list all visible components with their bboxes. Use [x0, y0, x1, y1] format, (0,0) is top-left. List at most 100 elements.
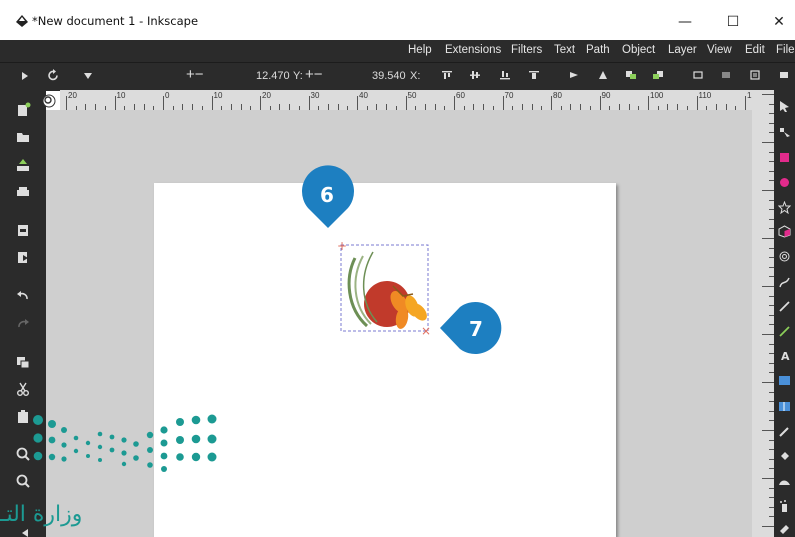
ministry-wordmark: وزارة التـ — [0, 502, 83, 527]
node-tool-icon[interactable] — [778, 126, 791, 139]
snap-bbox-icon[interactable] — [692, 70, 704, 80]
ruler-label: 0 — [165, 91, 170, 100]
ruler-major-tick — [66, 96, 67, 110]
callout-label-6: 6 — [320, 183, 334, 207]
new-document-icon[interactable] — [14, 102, 32, 118]
document-page[interactable] — [154, 183, 616, 537]
menu-layer[interactable]: Layer — [668, 44, 697, 56]
ruler-label: 50 — [407, 91, 417, 100]
open-folder-icon[interactable] — [14, 128, 32, 144]
vruler-tick — [762, 526, 774, 527]
rotate-icon[interactable] — [47, 69, 60, 82]
title-bar: *New document 1 - Inkscape — ☐ ✕ — [0, 0, 795, 40]
ruler-major-tick — [599, 96, 601, 110]
export-icon[interactable] — [14, 249, 32, 265]
flip-vertical-icon[interactable] — [597, 70, 609, 80]
ruler-label: 100 — [650, 91, 664, 100]
width-stepper-button[interactable]: +− — [186, 66, 204, 83]
3d-box-tool-icon[interactable] — [778, 225, 791, 238]
snap-guides-icon[interactable] — [749, 70, 761, 80]
copy-icon[interactable] — [14, 354, 32, 370]
snap-nodes-icon[interactable] — [720, 70, 732, 80]
x-value-field[interactable]: 12.470 — [256, 70, 290, 82]
close-button[interactable]: ✕ — [764, 10, 794, 34]
distribute-icon[interactable] — [528, 70, 540, 80]
ellipse-tool-icon[interactable] — [778, 176, 791, 189]
vruler-tick — [762, 478, 774, 479]
dropper-tool-icon[interactable] — [778, 425, 791, 438]
spray-tool-icon[interactable] — [778, 500, 791, 513]
scroll-left-icon[interactable] — [20, 529, 30, 537]
ruler-major-tick — [114, 96, 116, 110]
flip-horizontal-icon[interactable] — [568, 70, 580, 80]
ruler-label: 60 — [456, 91, 465, 100]
gradient-tool-icon[interactable] — [778, 374, 791, 387]
callout-label-7: 7 — [469, 317, 483, 341]
menu-extensions[interactable]: Extensions — [445, 44, 501, 56]
height-stepper-button[interactable]: +− — [305, 66, 323, 83]
zoom-drawing-icon[interactable] — [14, 473, 32, 489]
y-value-field[interactable]: 39.540 — [372, 70, 406, 82]
ruler-label: 110 — [698, 91, 712, 100]
ruler-major-tick — [745, 96, 746, 110]
ruler-label: 80 — [553, 91, 562, 100]
ruler-label: 10 — [213, 91, 223, 100]
ruler-major-tick — [502, 96, 504, 110]
menu-file[interactable]: File — [776, 44, 795, 56]
chevron-down-icon[interactable] — [83, 72, 93, 80]
undo-icon[interactable] — [14, 288, 32, 304]
import-icon[interactable] — [14, 222, 32, 238]
rectangle-tool-icon[interactable] — [778, 151, 791, 164]
menu-view[interactable]: View — [707, 44, 732, 56]
pen-tool-icon[interactable] — [778, 300, 791, 313]
ruler-major-tick — [357, 96, 358, 110]
ministry-dots-logo — [33, 414, 217, 472]
menu-filters[interactable]: Filters — [511, 44, 542, 56]
menu-edit[interactable]: Edit — [745, 44, 765, 56]
align-middle-icon[interactable] — [469, 70, 481, 80]
lower-icon[interactable] — [652, 70, 664, 80]
spiral-tool-icon[interactable] — [778, 250, 791, 263]
ruler-major-tick — [405, 96, 407, 110]
star-tool-icon[interactable] — [778, 201, 791, 214]
ruler-major-tick — [260, 96, 261, 110]
paint-bucket-tool-icon[interactable] — [778, 450, 791, 463]
calligraphy-tool-icon[interactable] — [778, 325, 791, 338]
menu-path[interactable]: Path — [586, 44, 610, 56]
menu-text[interactable]: Text — [554, 44, 575, 56]
window-title: *New document 1 - Inkscape — [32, 14, 199, 28]
ruler-major-tick — [211, 96, 213, 110]
selected-date-palm-logo[interactable]: + × — [333, 238, 438, 338]
align-bottom-icon[interactable] — [499, 70, 511, 80]
ruler-label: 20 — [68, 91, 77, 100]
align-top-icon[interactable] — [441, 70, 453, 80]
vruler-tick — [762, 430, 774, 431]
ruler-major-tick — [696, 96, 698, 110]
minimize-button[interactable]: — — [670, 10, 700, 34]
mesh-tool-icon[interactable] — [778, 400, 791, 413]
pencil-tool-icon[interactable] — [778, 276, 791, 289]
cut-icon[interactable] — [14, 381, 32, 397]
ruler-major-tick — [551, 96, 552, 110]
raise-icon[interactable] — [625, 70, 637, 80]
snap-grid-icon[interactable] — [778, 70, 790, 80]
maximize-button[interactable]: ☐ — [718, 10, 748, 34]
svg-text:×: × — [421, 324, 431, 338]
save-icon[interactable] — [14, 157, 32, 173]
redo-icon[interactable] — [14, 316, 32, 332]
svg-text:+: + — [337, 239, 347, 253]
selector-tool-icon[interactable] — [778, 100, 791, 113]
tweak-tool-icon[interactable] — [778, 475, 791, 488]
vertical-ruler — [752, 90, 774, 537]
vruler-tick — [762, 94, 774, 95]
menu-object[interactable]: Object — [622, 44, 655, 56]
print-icon[interactable] — [14, 184, 32, 200]
eraser-tool-icon[interactable] — [778, 522, 791, 535]
zoom-corner-icon[interactable] — [42, 94, 56, 108]
play-arrow-icon[interactable] — [20, 71, 30, 81]
vruler-tick — [762, 142, 774, 143]
ruler-major-tick — [454, 96, 455, 110]
menu-help[interactable]: Help — [408, 44, 432, 56]
vruler-tick — [762, 286, 774, 287]
text-tool-icon[interactable]: A — [781, 350, 790, 363]
